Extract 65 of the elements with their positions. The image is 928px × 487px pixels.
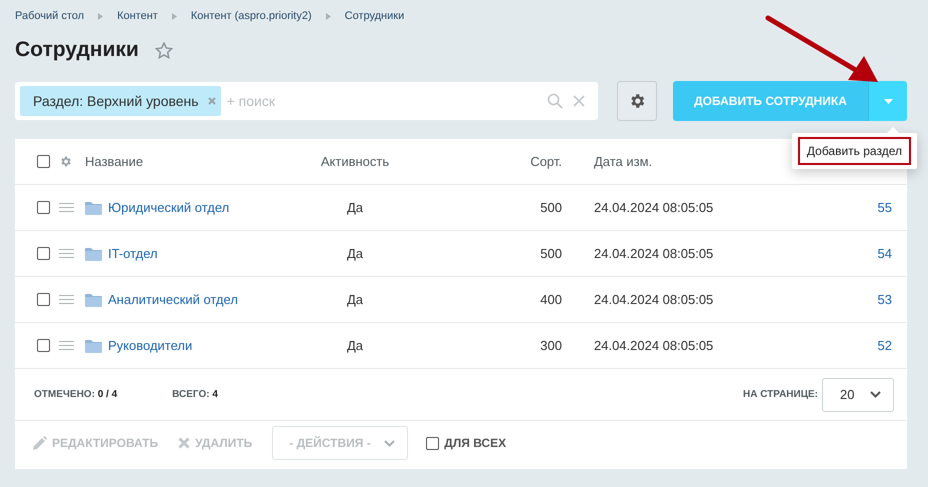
id-link[interactable]: 53 — [878, 292, 892, 307]
caret-icon — [884, 98, 892, 104]
close-icon[interactable] — [208, 97, 216, 105]
breadcrumb-arrow-icon — [98, 12, 104, 20]
column-header[interactable]: Активность — [285, 154, 425, 169]
folder-icon — [85, 200, 102, 214]
section-link[interactable]: Юридический отдел — [108, 200, 230, 215]
drag-handle-icon[interactable] — [59, 249, 74, 258]
menu-item[interactable]: Добавить раздел — [798, 137, 911, 165]
checkbox[interactable] — [37, 339, 50, 352]
selected-count: ОТМЕЧЕНО: 0 / 4 — [34, 389, 118, 400]
drag-handle-icon[interactable] — [59, 295, 74, 304]
column-header[interactable]: Сорт. — [425, 154, 562, 169]
drag-handle-icon[interactable] — [59, 203, 74, 212]
checkbox[interactable] — [37, 293, 50, 306]
checkbox[interactable] — [37, 155, 50, 168]
dropdown-toggle-button[interactable] — [868, 81, 907, 121]
settings-button[interactable] — [617, 81, 657, 121]
per-page-label: НА СТРАНИЦЕ: — [742, 389, 818, 400]
section-link[interactable]: Руководители — [108, 338, 192, 353]
id-link[interactable]: 52 — [878, 338, 892, 353]
folder-icon — [85, 292, 102, 306]
column-header[interactable]: Название — [85, 154, 285, 169]
page-title: Сотрудники — [15, 38, 139, 62]
breadcrumb-link[interactable]: Контент (aspro.priority2) — [190, 10, 312, 22]
settings-icon[interactable] — [59, 155, 72, 168]
table-cell-text: 24.04.2024 08:05:05 — [593, 246, 714, 261]
table-cell-text: 24.04.2024 08:05:05 — [593, 292, 714, 307]
drag-handle-icon[interactable] — [59, 341, 74, 350]
table-cell-text: 500 — [539, 200, 562, 215]
folder-icon — [85, 338, 102, 352]
filter-tag[interactable]: Раздел: Верхний уровень — [20, 86, 221, 116]
breadcrumb-arrow-icon — [326, 12, 331, 20]
table-cell-text: Да — [346, 292, 364, 307]
chevron-down-icon — [384, 440, 396, 446]
cross-icon — [178, 437, 190, 449]
table-cell-text: 24.04.2024 08:05:05 — [593, 338, 714, 353]
column-header[interactable]: Дата изм. — [562, 154, 722, 169]
checkbox[interactable] — [37, 201, 50, 214]
folder-icon — [85, 246, 102, 260]
table-cell-text: Да — [346, 246, 364, 261]
search-field[interactable]: Раздел: Верхний уровень + поиск — [15, 82, 598, 120]
breadcrumb-link[interactable]: Рабочий стол — [15, 10, 84, 22]
table-cell-text: Да — [346, 338, 364, 353]
search-icon[interactable] — [547, 93, 563, 109]
filter-tag-label: Раздел: Верхний уровень — [33, 93, 199, 109]
table-cell-text: 500 — [539, 246, 562, 261]
table-cell-text: 24.04.2024 08:05:05 — [593, 200, 714, 215]
per-page-select[interactable]: 20 — [822, 378, 894, 412]
total-count: ВСЕГО: 4 — [172, 389, 218, 400]
pencil-icon — [33, 436, 47, 450]
breadcrumb-arrow-icon — [172, 12, 177, 20]
table-cell-text: 300 — [539, 338, 562, 353]
chevron-down-icon — [870, 391, 881, 398]
table-cell-text: 400 — [539, 292, 562, 307]
breadcrumb-link[interactable]: Контент — [117, 10, 158, 22]
section-link[interactable]: IT-отдел — [108, 246, 158, 261]
id-link[interactable]: 55 — [878, 200, 892, 215]
section-link[interactable]: Аналитический отдел — [108, 292, 238, 307]
table-cell-text: Да — [346, 200, 364, 215]
checkbox[interactable] — [37, 247, 50, 260]
close-icon[interactable] — [573, 95, 585, 107]
id-link[interactable]: 54 — [878, 246, 892, 261]
star-icon[interactable] — [154, 42, 173, 58]
breadcrumb-link[interactable]: Сотрудники — [344, 10, 404, 22]
